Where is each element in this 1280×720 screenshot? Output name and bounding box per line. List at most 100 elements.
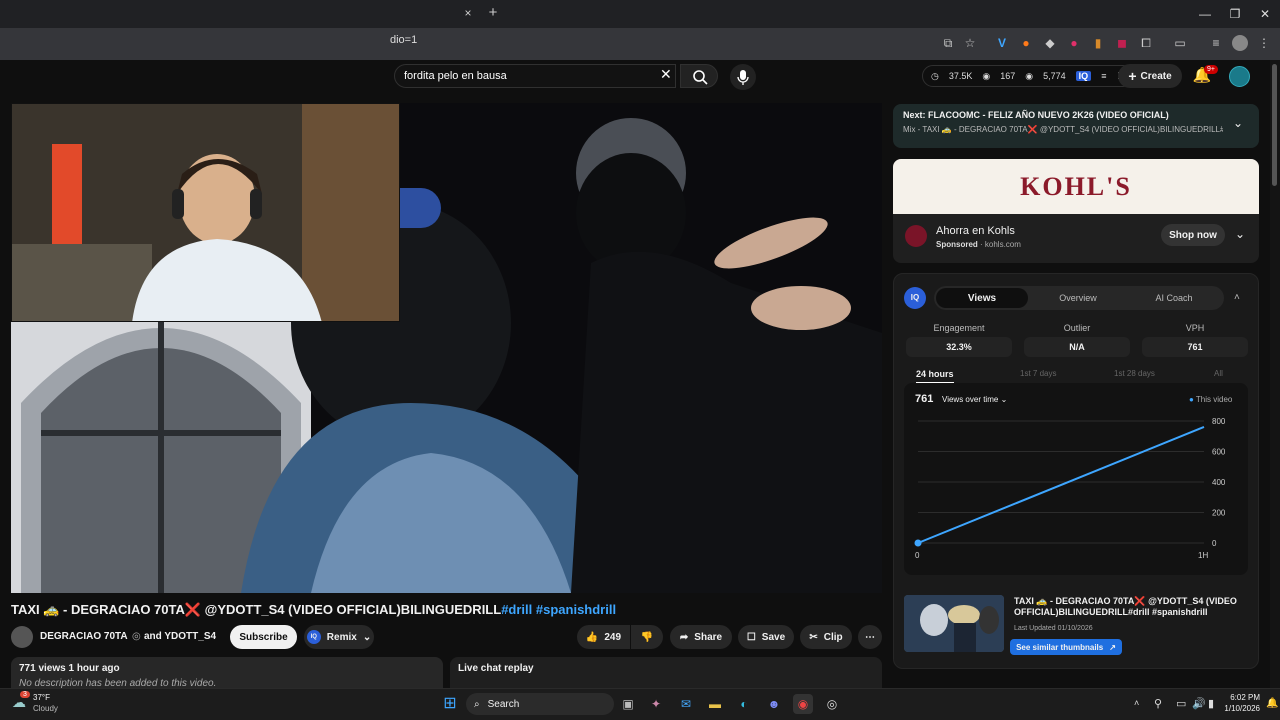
chart-metric-dropdown[interactable]: Views over time ⌄: [942, 395, 1007, 404]
reading-list-icon[interactable]: ≡: [1208, 35, 1224, 51]
ad-banner[interactable]: KOHL'S: [893, 159, 1259, 214]
share-arrow-icon: ➦: [679, 631, 689, 643]
range-24-hours[interactable]: 24 hours: [916, 369, 954, 384]
account-avatar[interactable]: [1229, 66, 1250, 87]
task-view-icon[interactable]: ▣: [618, 694, 638, 714]
ad-card[interactable]: KOHL'S Ahorra en Kohls Sponsored · kohls…: [893, 159, 1259, 263]
eye-icon: ◉: [982, 70, 991, 81]
share-label: Share: [694, 631, 723, 643]
remix-button[interactable]: IQ Remix ⌄: [304, 625, 374, 649]
extension-icon[interactable]: ◆: [1042, 35, 1058, 51]
x-tick-label: 0: [915, 551, 920, 560]
video-thumbnail[interactable]: [904, 595, 1004, 652]
tab-overview[interactable]: Overview: [1032, 293, 1124, 303]
extension-icon[interactable]: ◼: [1114, 35, 1130, 51]
tab-ai-coach[interactable]: AI Coach: [1128, 293, 1220, 303]
app-icon[interactable]: ◎: [822, 694, 842, 714]
last-updated: Last Updated 01/10/2026: [1014, 625, 1093, 632]
extensions-puzzle-icon[interactable]: ⧠: [1138, 35, 1154, 51]
like-button[interactable]: 👍 249: [577, 625, 630, 649]
range-all[interactable]: All: [1214, 369, 1223, 378]
views-line-chart: 0 200 400 600 800 0 1H: [914, 417, 1226, 560]
collapse-chevron-icon[interactable]: ˄: [1234, 292, 1240, 303]
maximize-button[interactable]: ❐: [1220, 4, 1250, 24]
video-title: TAXI 🚕 - DEGRACIAO 70TA❌ @YDOTT_S4 (VIDE…: [11, 602, 882, 618]
share-button[interactable]: ➦ Share: [670, 625, 732, 649]
chrome-icon[interactable]: ◉: [793, 694, 813, 714]
edge-icon[interactable]: ◐: [734, 694, 754, 714]
more-actions-button[interactable]: ⋯: [858, 625, 882, 649]
shop-now-button[interactable]: Shop now: [1161, 224, 1225, 246]
minimize-button[interactable]: —: [1190, 4, 1220, 24]
channel-name[interactable]: DEGRACIAO 70TA: [40, 631, 128, 642]
clock-time[interactable]: 6:02 PM: [1226, 693, 1260, 702]
vidiq-logo-icon: IQ: [904, 287, 926, 309]
vidiq-stats-bar[interactable]: ◷37.5K ◉167 ◉5,774 IQ ≡ ♜: [922, 65, 1134, 87]
weather-temp[interactable]: 37°F: [33, 693, 50, 702]
scrollbar-thumb[interactable]: [1272, 64, 1277, 186]
legend-label: This video: [1195, 395, 1233, 404]
cast-icon[interactable]: ▭: [1172, 35, 1188, 51]
chevron-down-icon[interactable]: ⌄: [1235, 227, 1245, 241]
clock-date[interactable]: 1/10/2026: [1220, 704, 1260, 713]
video-player[interactable]: [11, 103, 882, 593]
see-similar-thumbnails-button[interactable]: See similar thumbnails ↗: [1010, 639, 1122, 655]
extension-icon[interactable]: ●: [1018, 35, 1034, 51]
tray-expand-icon[interactable]: ˄: [1134, 698, 1139, 708]
clear-search-icon[interactable]: ✕: [660, 66, 672, 83]
tray-app-icon[interactable]: ⚲: [1154, 697, 1162, 710]
discord-icon[interactable]: ☻: [764, 694, 784, 714]
create-button[interactable]: + Create: [1118, 64, 1182, 88]
y-tick-label: 200: [1212, 509, 1226, 518]
clip-button[interactable]: ✂ Clip: [800, 625, 852, 649]
file-explorer-icon[interactable]: ▬: [705, 694, 725, 714]
range-7-days[interactable]: 1st 7 days: [1020, 369, 1056, 378]
metric-label-vph: VPH: [1185, 323, 1205, 333]
video-title-text: TAXI 🚕 - DEGRACIAO 70TA❌ @YDOTT_S4 (VIDE…: [11, 602, 502, 617]
series-line: [917, 426, 1205, 544]
close-window-button[interactable]: ✕: [1250, 4, 1280, 24]
notification-center-icon[interactable]: 🔔: [1266, 698, 1278, 709]
battery-icon[interactable]: ▮: [1208, 697, 1214, 710]
windows-start-icon[interactable]: ⊞: [440, 694, 460, 714]
save-playlist-icon: ☐: [746, 631, 756, 643]
metric-value-engagement: 32.3%: [906, 337, 1012, 357]
subscribe-button[interactable]: Subscribe: [230, 625, 297, 649]
extension-icon[interactable]: ▮: [1090, 35, 1106, 51]
clip-label: Clip: [823, 631, 843, 643]
copilot-icon[interactable]: ✦: [646, 694, 666, 714]
save-button[interactable]: ☐ Save: [738, 625, 794, 649]
video-hashtags[interactable]: #drill #spanishdrill: [501, 602, 616, 617]
channel-avatar[interactable]: [11, 626, 33, 648]
vidiq-panel: IQ Views Overview AI Coach ˄ Engagement …: [893, 273, 1259, 669]
up-next-panel[interactable]: Next: FLACOOMC - FELIZ AÑO NUEVO 2K26 (V…: [893, 104, 1259, 148]
search-input-value: fordita pelo en bausa: [404, 70, 507, 82]
collab-channel[interactable]: and YDOTT_S4: [144, 631, 216, 642]
range-28-days[interactable]: 1st 28 days: [1114, 369, 1155, 378]
ad-title[interactable]: Ahorra en Kohls: [936, 225, 1015, 237]
network-icon[interactable]: ▭: [1176, 697, 1186, 710]
mail-icon[interactable]: ✉: [676, 694, 696, 714]
taskbar-search[interactable]: ⌕ Search: [466, 693, 614, 715]
search-button[interactable]: [680, 64, 718, 88]
install-app-icon[interactable]: ⧉: [940, 35, 956, 51]
tab-close-icon[interactable]: ×: [460, 6, 476, 22]
dislike-button[interactable]: 👎: [631, 625, 663, 649]
chevron-down-icon[interactable]: ⌄: [1233, 116, 1243, 130]
extension-icon[interactable]: V: [994, 35, 1010, 51]
stat-likes: 167: [1000, 71, 1016, 81]
tab-views[interactable]: Views: [936, 288, 1028, 308]
like-count: 249: [604, 631, 622, 643]
url-text[interactable]: dio=1: [390, 34, 417, 46]
search-icon: ⌕: [474, 698, 480, 710]
profile-avatar[interactable]: [1232, 35, 1248, 51]
extension-icon[interactable]: ●: [1066, 35, 1082, 51]
new-tab-button[interactable]: +: [484, 4, 502, 22]
metric-label-engagement: Engagement: [933, 323, 985, 333]
voice-search-button[interactable]: [730, 64, 756, 90]
bookmark-star-icon[interactable]: ☆: [962, 35, 978, 51]
legend-dot-icon: ●: [1189, 395, 1194, 404]
browser-menu-icon[interactable]: ⋮: [1256, 35, 1272, 51]
volume-icon[interactable]: 🔊: [1192, 697, 1206, 710]
thumbs-up-icon: 👍: [585, 631, 599, 643]
